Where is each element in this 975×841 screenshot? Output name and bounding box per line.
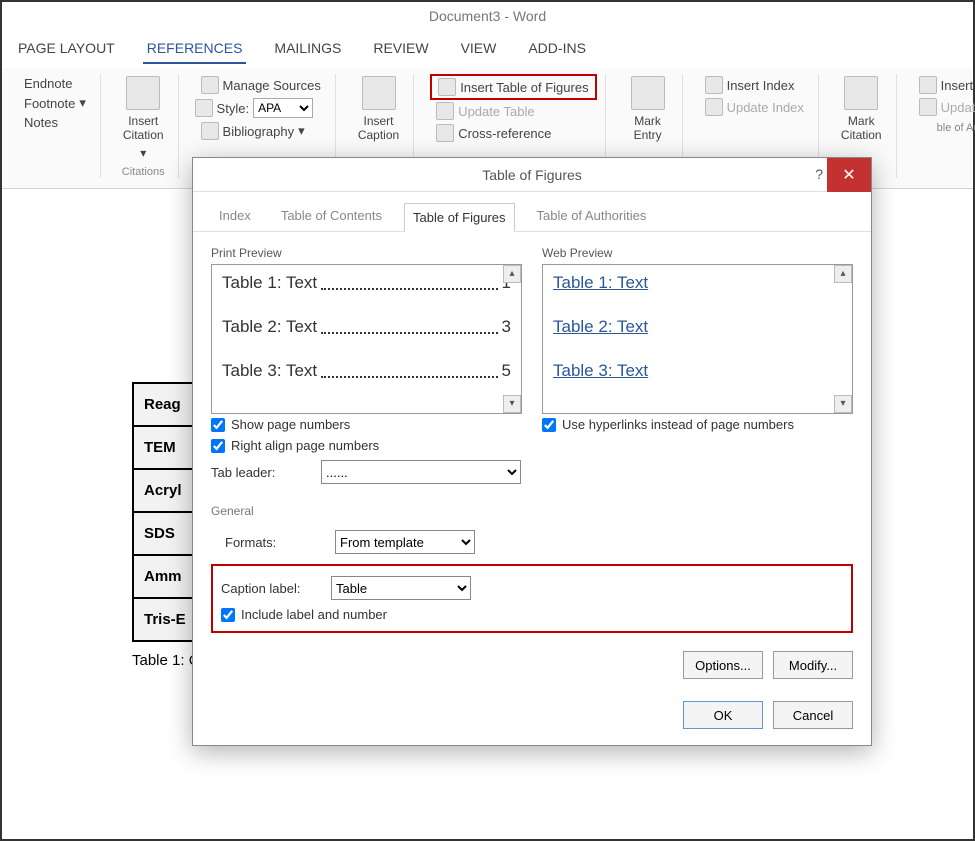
update-table-button[interactable]: Update Table: [430, 100, 596, 122]
tab-leader-select[interactable]: ......: [321, 460, 521, 484]
ribbon-tabs: PAGE LAYOUT REFERENCES MAILINGS REVIEW V…: [2, 30, 973, 68]
style-icon: [195, 99, 213, 117]
modify-button[interactable]: Modify...: [773, 651, 853, 679]
mark-entry-icon: [631, 76, 665, 110]
caption-label-label: Caption label:: [221, 581, 321, 596]
mark-citation-icon: [844, 76, 878, 110]
update-index-icon: [705, 98, 723, 116]
tab-leader-label: Tab leader:: [211, 465, 311, 480]
bibliography-icon: [201, 122, 219, 140]
citations-group-label: Citations: [117, 166, 170, 178]
dialog-title: Table of Figures: [482, 167, 582, 183]
dialog-tab-toc[interactable]: Table of Contents: [273, 202, 390, 231]
insert-endnote-button[interactable]: Endnote: [18, 74, 92, 93]
cross-reference-button[interactable]: Cross-reference: [430, 122, 596, 144]
tab-view[interactable]: VIEW: [457, 34, 501, 64]
use-hyperlinks-checkbox[interactable]: [542, 418, 556, 432]
dialog-tab-tof[interactable]: Table of Figures: [404, 203, 515, 232]
update-index-button[interactable]: Update Index: [699, 96, 810, 118]
mark-entry-button[interactable]: Mark Entry: [622, 74, 674, 144]
caption-label-select[interactable]: Table: [331, 576, 471, 600]
mark-citation-button[interactable]: Mark Citation: [835, 74, 888, 144]
web-preview-box: ▴ Table 1: Text Table 2: Text Table 3: T…: [542, 264, 853, 414]
window-title: Document3 - Word: [2, 2, 973, 30]
caption-icon: [362, 76, 396, 110]
bibliography-button[interactable]: Bibliography ▾: [195, 120, 327, 142]
scroll-up-web[interactable]: ▴: [834, 265, 852, 283]
update-toa-icon: [919, 98, 937, 116]
insert-index-button[interactable]: Insert Index: [699, 74, 810, 96]
tab-page-layout[interactable]: PAGE LAYOUT: [14, 34, 119, 64]
tab-review[interactable]: REVIEW: [369, 34, 432, 64]
close-button[interactable]: ✕: [827, 158, 871, 192]
scroll-up[interactable]: ▴: [503, 265, 521, 283]
sources-icon: [201, 76, 219, 94]
insert-citation-button[interactable]: Insert Citation ▾: [117, 74, 170, 162]
print-preview-box: ▴ Table 1: Text1 Table 2: Text3 Table 3:…: [211, 264, 522, 414]
formats-select[interactable]: From template: [335, 530, 475, 554]
dialog-titlebar: Table of Figures ? ✕: [193, 158, 871, 192]
insert-table-authorities-button[interactable]: Insert Table of: [913, 74, 975, 96]
style-row: Style: APA: [195, 96, 327, 120]
print-preview-label: Print Preview: [211, 246, 522, 260]
scroll-down[interactable]: ▾: [503, 395, 521, 413]
dialog-tabs: Index Table of Contents Table of Figures…: [193, 192, 871, 232]
index-icon: [705, 76, 723, 94]
insert-caption-button[interactable]: Insert Caption: [352, 74, 405, 144]
update-icon: [436, 102, 454, 120]
tab-mailings[interactable]: MAILINGS: [270, 34, 345, 64]
update-table-auth-button[interactable]: Update Table: [913, 96, 975, 118]
authorities-label: ble of Authorit: [913, 122, 975, 134]
style-select[interactable]: APA: [253, 98, 313, 118]
toa-icon: [919, 76, 937, 94]
formats-label: Formats:: [225, 535, 325, 550]
insert-table-of-figures-button[interactable]: Insert Table of Figures: [430, 74, 596, 100]
scroll-down-web[interactable]: ▾: [834, 395, 852, 413]
options-button[interactable]: Options...: [683, 651, 763, 679]
crossref-icon: [436, 124, 454, 142]
tab-references[interactable]: REFERENCES: [143, 34, 247, 64]
dialog-tab-index[interactable]: Index: [211, 202, 259, 231]
web-link-2[interactable]: Table 2: Text: [553, 317, 648, 337]
include-label-number-checkbox[interactable]: [221, 608, 235, 622]
dialog-tab-toa[interactable]: Table of Authorities: [529, 202, 655, 231]
tab-addins[interactable]: ADD-INS: [524, 34, 590, 64]
manage-sources-button[interactable]: Manage Sources: [195, 74, 327, 96]
web-link-3[interactable]: Table 3: Text: [553, 361, 648, 381]
tof-icon: [438, 78, 456, 96]
ok-button[interactable]: OK: [683, 701, 763, 729]
help-button[interactable]: ?: [815, 166, 823, 182]
general-legend: General: [211, 504, 853, 518]
show-notes-button[interactable]: Notes: [18, 113, 92, 132]
next-footnote-button[interactable]: Footnote ▾: [18, 93, 92, 113]
web-preview-label: Web Preview: [542, 246, 853, 260]
cancel-button[interactable]: Cancel: [773, 701, 853, 729]
citation-icon: [126, 76, 160, 110]
table-of-figures-dialog: Table of Figures ? ✕ Index Table of Cont…: [192, 157, 872, 746]
right-align-checkbox[interactable]: [211, 439, 225, 453]
web-link-1[interactable]: Table 1: Text: [553, 273, 648, 293]
show-page-numbers-checkbox[interactable]: [211, 418, 225, 432]
